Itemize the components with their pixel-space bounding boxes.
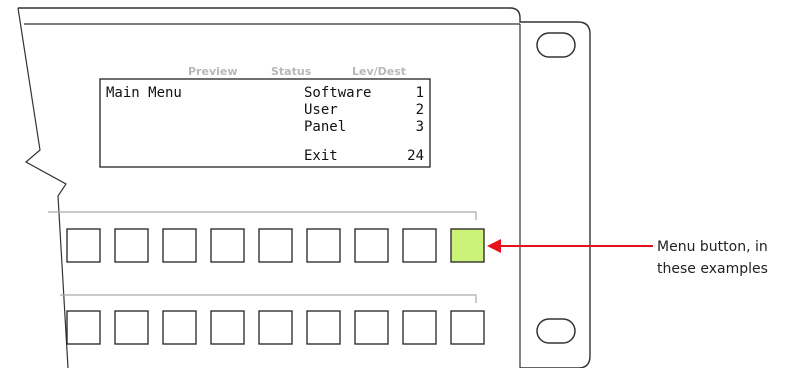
button-row-1 — [66, 228, 485, 263]
panel-outline — [18, 7, 591, 368]
menu-button[interactable] — [450, 228, 485, 263]
panel-button-row2-3[interactable] — [162, 310, 197, 345]
panel-button-row2-8[interactable] — [402, 310, 437, 345]
panel-button-row1-2[interactable] — [114, 228, 149, 263]
row1-divider — [48, 211, 477, 220]
tab-status: Status — [271, 65, 312, 78]
mount-slot-bottom — [536, 318, 576, 344]
callout-line-2: these examples — [657, 261, 768, 277]
panel-button-row1-6[interactable] — [306, 228, 341, 263]
panel-button-row1-8[interactable] — [402, 228, 437, 263]
lcd-menu-number-24: 24 — [407, 148, 424, 164]
panel-button-row1-1[interactable] — [66, 228, 101, 263]
lcd-menu-label-panel: Panel — [304, 119, 346, 135]
break-line — [17, 7, 69, 368]
lcd-title: Main Menu — [106, 85, 182, 101]
tab-preview: Preview — [188, 65, 238, 78]
callout-arrow-head — [487, 239, 501, 253]
tab-lev-dest: Lev/Dest — [352, 65, 406, 78]
panel-button-row1-4[interactable] — [210, 228, 245, 263]
panel-button-row2-6[interactable] — [306, 310, 341, 345]
mount-slot-top — [536, 32, 576, 58]
panel-button-row1-5[interactable] — [258, 228, 293, 263]
callout-line-1: Menu button, in — [657, 239, 768, 255]
lcd-menu-label-user: User — [304, 102, 338, 118]
panel-button-row2-2[interactable] — [114, 310, 149, 345]
panel-button-row2-7[interactable] — [354, 310, 389, 345]
panel-button-row2-9[interactable] — [450, 310, 485, 345]
lcd-menu-label-exit: Exit — [304, 148, 338, 164]
panel-button-row2-1[interactable] — [66, 310, 101, 345]
lcd-menu-label-software: Software — [304, 85, 371, 101]
lcd-menu-number-2: 2 — [416, 102, 424, 118]
panel-diagram: Preview Status Lev/Dest Main Menu Softwa… — [17, 7, 768, 368]
panel-button-row2-4[interactable] — [210, 310, 245, 345]
row2-divider — [60, 294, 477, 303]
panel-button-row1-7[interactable] — [354, 228, 389, 263]
button-row-2 — [66, 310, 485, 345]
panel-button-row1-3[interactable] — [162, 228, 197, 263]
lcd-menu-number-3: 3 — [416, 119, 424, 135]
panel-button-row2-5[interactable] — [258, 310, 293, 345]
lcd-menu-number-1: 1 — [416, 85, 424, 101]
